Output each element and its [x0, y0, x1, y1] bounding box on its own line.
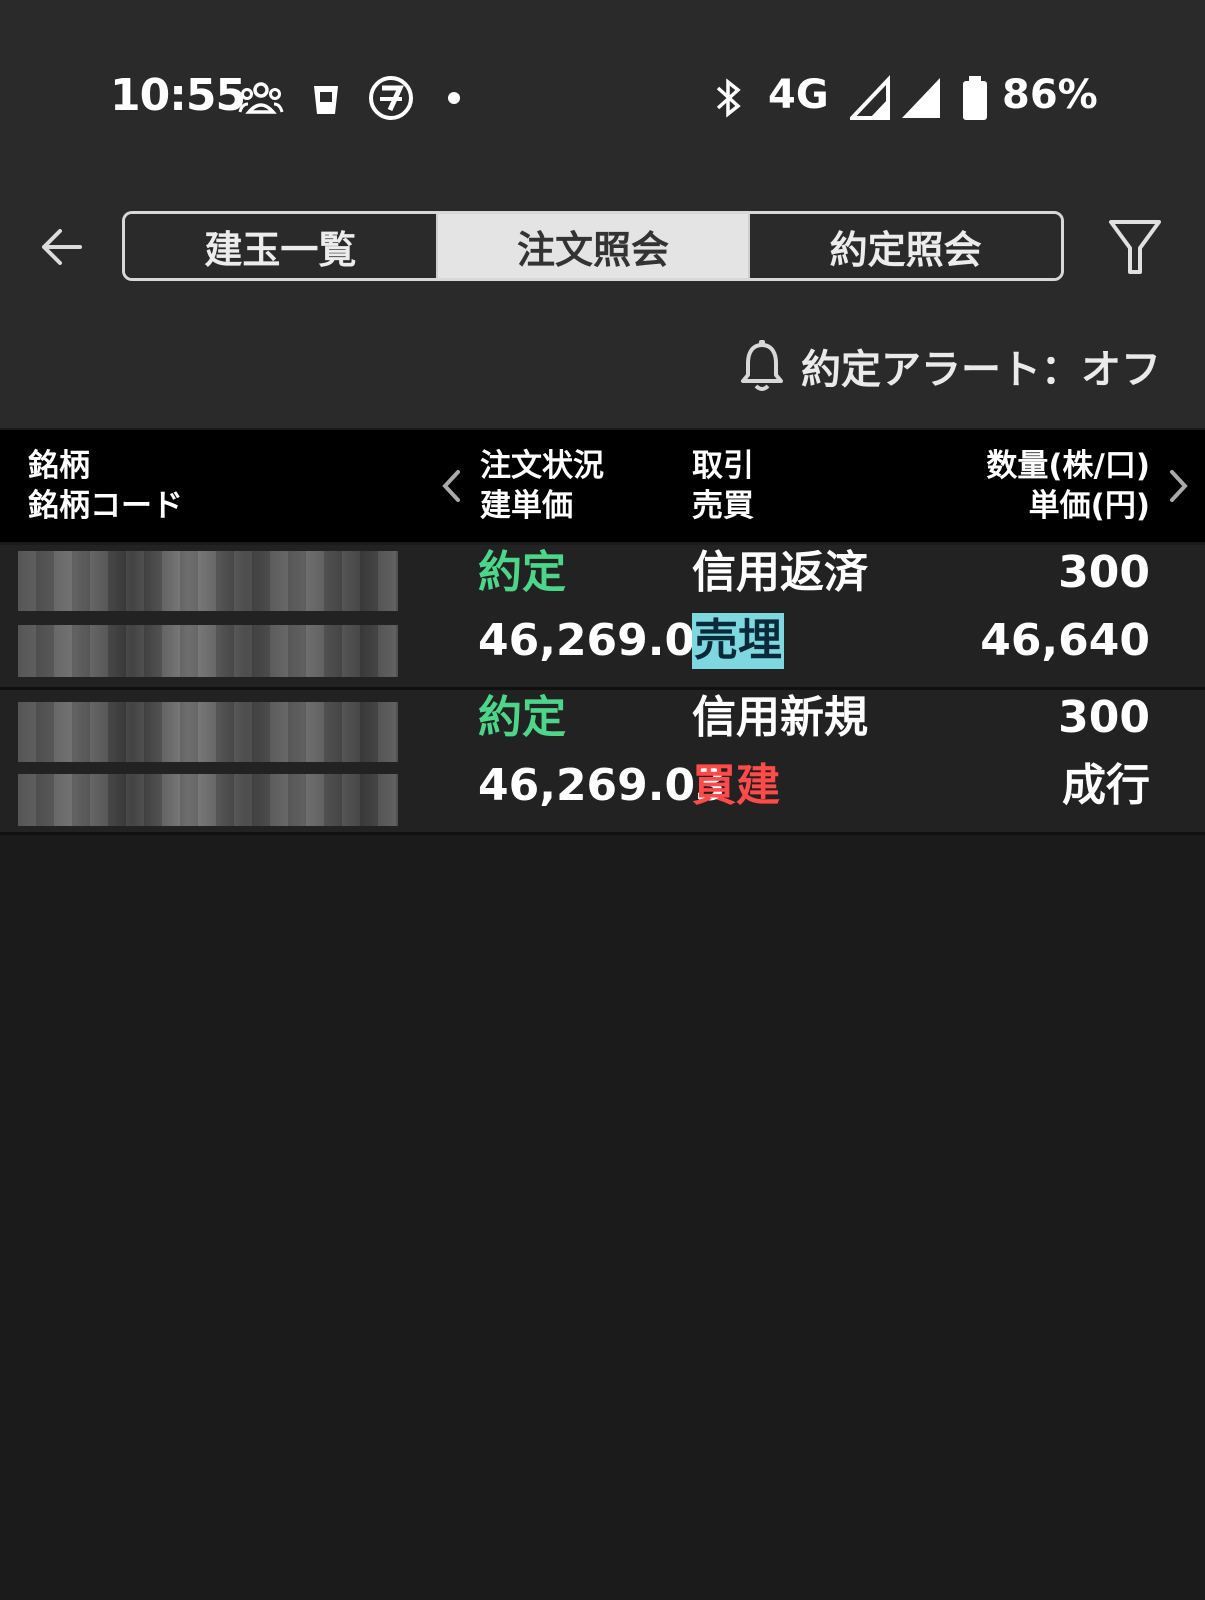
side-badge: 売埋 [692, 613, 784, 669]
stock-code-redacted [18, 774, 398, 826]
table-row[interactable]: 約定 46,269.03 信用返済 売埋 300 46,640 [0, 545, 1205, 687]
alert-label: 約定アラート：オフ [801, 347, 1161, 393]
side-label: 買建 [692, 760, 780, 811]
header-trade-type: 取引 [692, 448, 754, 484]
unit-price: 成行 [1062, 760, 1150, 811]
entry-price: 46,269.03 [478, 615, 726, 666]
tab-positions[interactable]: 建玉一覧 [125, 214, 436, 278]
trade-type: 信用新規 [692, 692, 868, 743]
battery-icon [963, 76, 987, 120]
header-unit-price: 単価(円) [1028, 488, 1150, 524]
back-arrow-icon[interactable] [36, 222, 86, 272]
order-status: 約定 [478, 547, 566, 598]
stock-name-redacted [18, 702, 398, 762]
unit-price: 46,640 [980, 615, 1150, 666]
chevron-right-icon[interactable] [1166, 466, 1192, 506]
entry-price: 46,269.03 [478, 760, 726, 811]
cup-icon [314, 86, 338, 114]
quantity: 300 [1058, 547, 1150, 598]
table-header: 銘柄 銘柄コード 注文状況 建単価 取引 売買 数量(株/口) 単価(円) [0, 430, 1205, 542]
header-side: 売買 [692, 488, 754, 524]
header-stock: 銘柄 銘柄コード [28, 446, 183, 526]
tab-executions[interactable]: 約定照会 [750, 214, 1061, 278]
tab-orders[interactable]: 注文照会 [437, 214, 749, 278]
bell-icon [741, 340, 783, 391]
signal-icon [850, 74, 890, 120]
order-status: 約定 [478, 692, 566, 743]
battery-percent: 86% [1002, 72, 1098, 118]
bluetooth-icon [716, 78, 741, 118]
trade-type: 信用返済 [692, 547, 868, 598]
quantity: 300 [1058, 692, 1150, 743]
header-order-status: 注文状況 建単価 [480, 446, 604, 526]
execution-alert-toggle[interactable]: 約定アラート：オフ [739, 338, 1161, 394]
chevron-left-icon[interactable] [438, 466, 464, 506]
status-time: 10:55 [110, 70, 246, 121]
status-bar: 10:55 4G 86% [0, 62, 1205, 134]
filter-icon[interactable] [1108, 218, 1162, 278]
seven-eleven-icon [369, 76, 413, 120]
header-quantity-label: 数量(株/口) [986, 448, 1150, 484]
header-entry-price: 建単価 [480, 488, 573, 524]
stock-name-redacted [18, 551, 398, 611]
stock-code-redacted [18, 625, 398, 677]
table-row[interactable]: 約定 46,269.03 信用新規 買建 300 成行 [0, 690, 1205, 832]
row-divider [0, 832, 1205, 835]
signal-icon [902, 78, 940, 118]
dot-icon [448, 92, 460, 104]
header-order-status-label: 注文状況 [480, 448, 604, 484]
header-quantity: 数量(株/口) 単価(円) [986, 446, 1150, 526]
header-trade: 取引 売買 [692, 446, 754, 526]
tab-segmented-control: 建玉一覧 注文照会 約定照会 [122, 211, 1064, 281]
people-icon [238, 82, 284, 114]
network-type: 4G [768, 72, 829, 118]
header-stock-code: 銘柄コード [28, 488, 183, 524]
header-stock-name: 銘柄 [28, 448, 90, 484]
